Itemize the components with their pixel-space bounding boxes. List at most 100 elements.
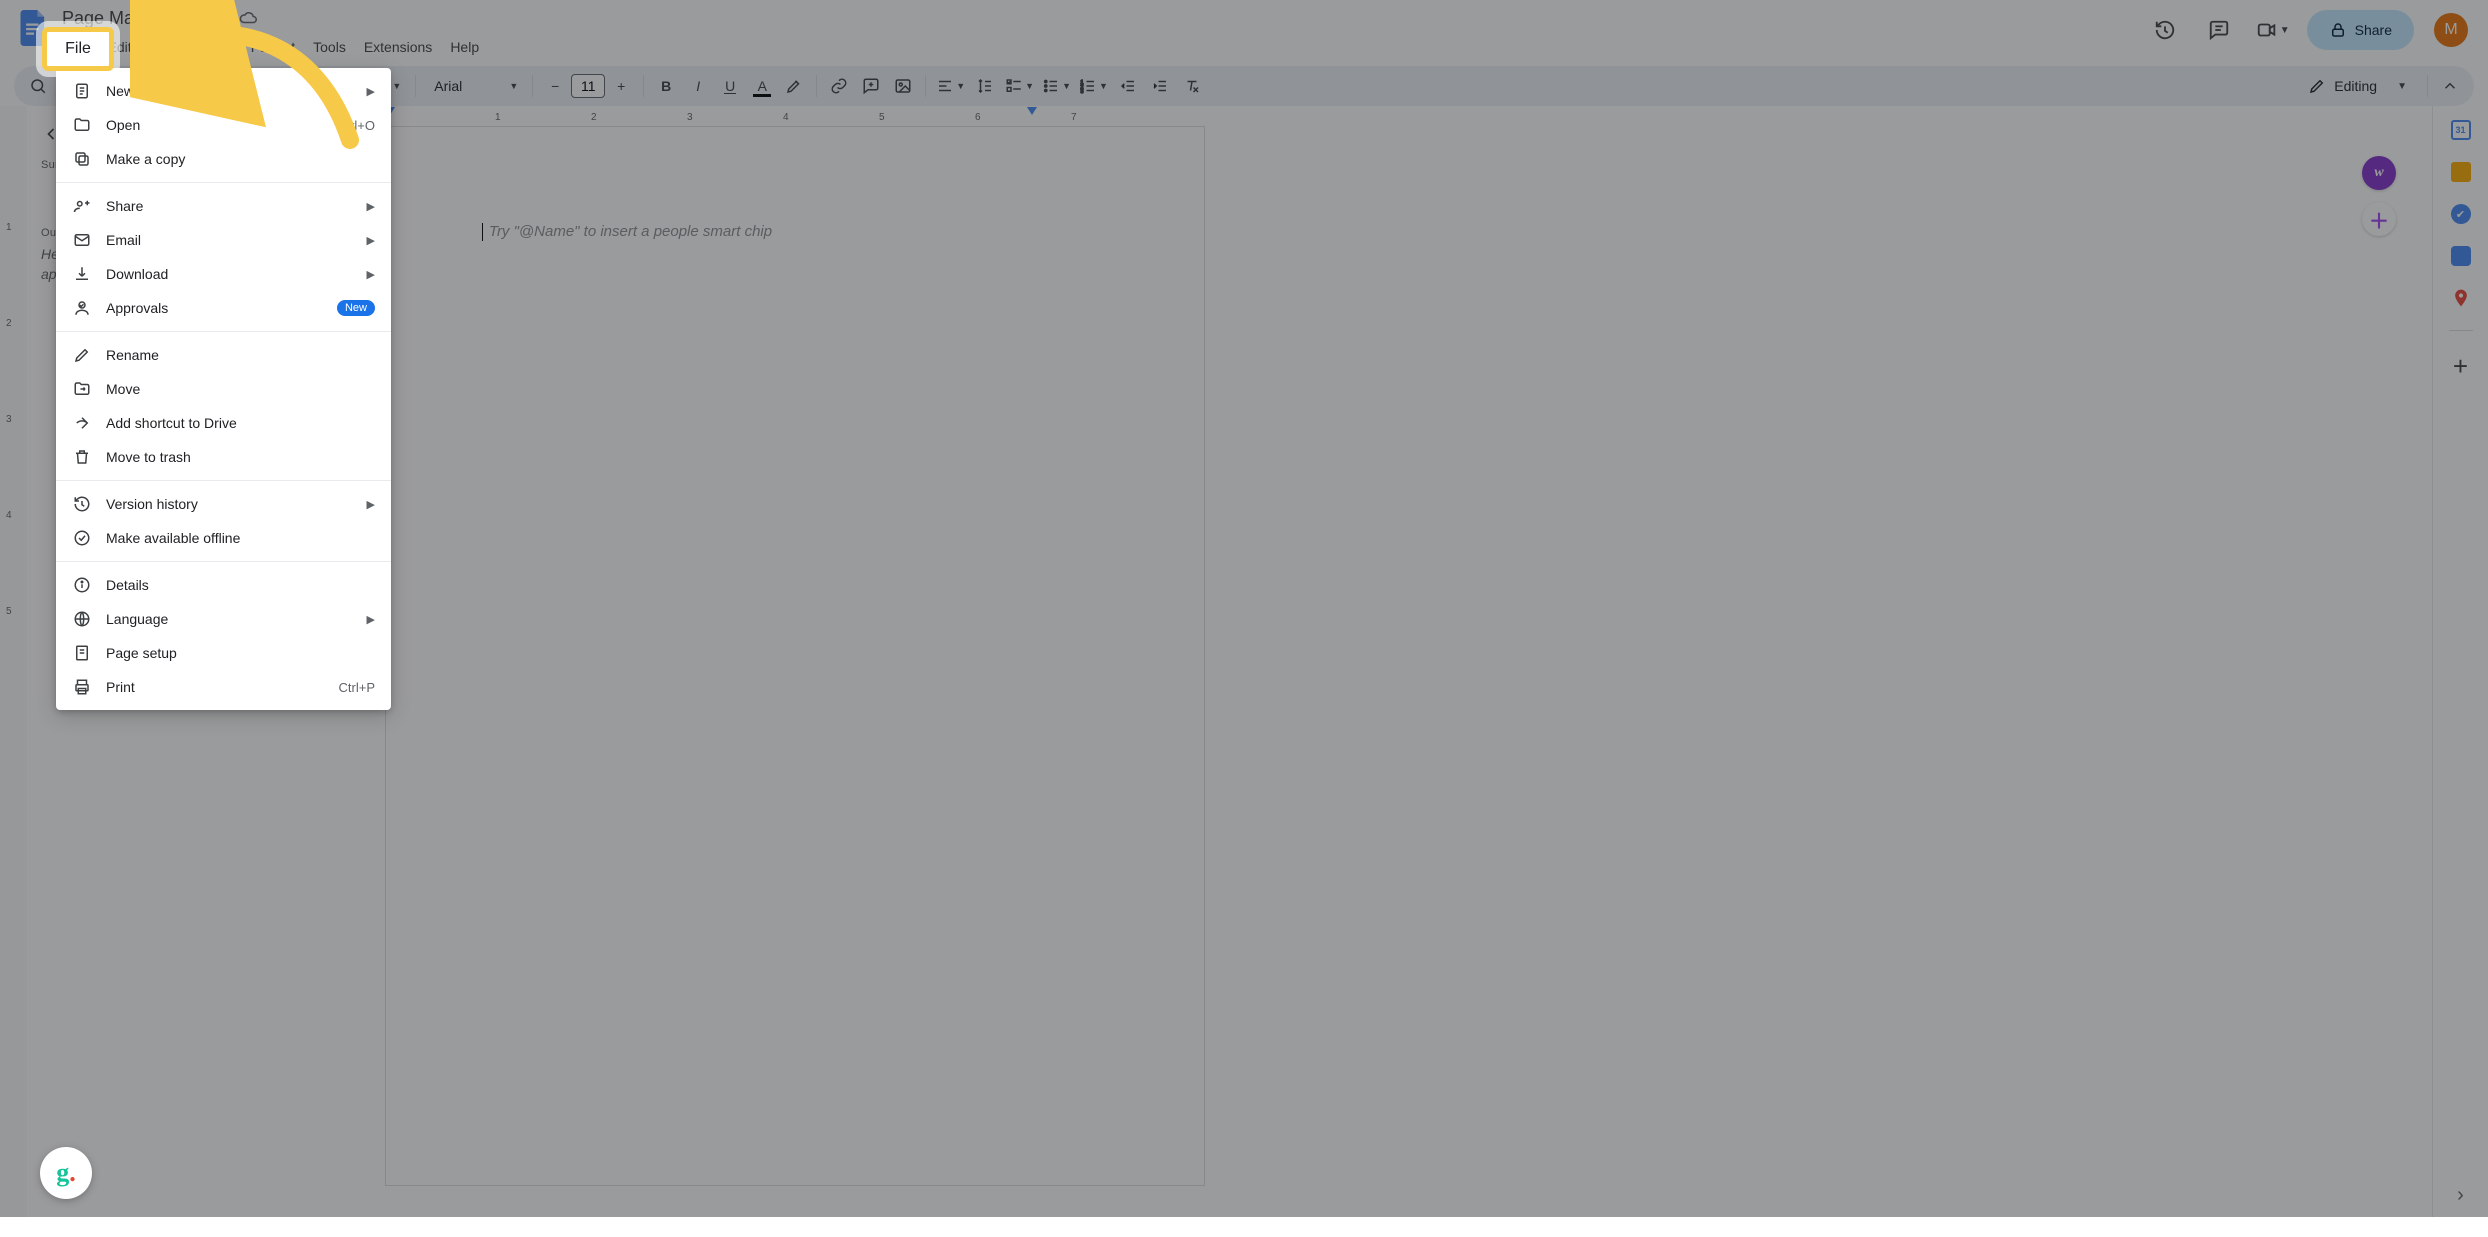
file-menu-item-label: Add shortcut to Drive <box>106 415 375 431</box>
line-spacing-icon[interactable] <box>971 72 999 100</box>
wordtune-bubble-icon[interactable]: w <box>2362 156 2396 190</box>
file-menu-item[interactable]: Version history▶ <box>56 487 391 521</box>
checklist-icon[interactable]: ▼ <box>1003 72 1036 100</box>
get-addons-icon[interactable]: + <box>2453 353 2468 379</box>
maps-app-icon[interactable] <box>2451 288 2471 308</box>
rename-icon <box>72 346 92 364</box>
file-menu-item[interactable]: OpenCtrl+O <box>56 108 391 142</box>
menu-help[interactable]: Help <box>441 35 488 59</box>
font-family-select[interactable]: Arial▼ <box>424 72 524 100</box>
star-icon[interactable] <box>178 8 198 28</box>
page-scroll[interactable]: Try "@Name" to insert a people smart chi… <box>297 126 2432 1217</box>
page-icon <box>72 644 92 662</box>
file-menu-item[interactable]: Add shortcut to Drive <box>56 406 391 440</box>
ruler-tick: 2 <box>591 112 597 123</box>
file-menu-item[interactable]: Email▶ <box>56 223 391 257</box>
font-size-increase[interactable]: + <box>607 72 635 100</box>
file-menu-item-label: Share <box>106 198 353 214</box>
font-size-decrease[interactable]: − <box>541 72 569 100</box>
collapse-sidepanel-icon[interactable]: › <box>2457 1184 2464 1207</box>
menu-format[interactable]: Format <box>242 35 304 59</box>
shortcut-icon <box>72 414 92 432</box>
file-menu-item[interactable]: Make a copy <box>56 142 391 176</box>
numbered-list-icon[interactable]: 123▼ <box>1077 72 1110 100</box>
submenu-arrow-icon: ▶ <box>367 85 375 98</box>
font-size-input[interactable] <box>571 74 605 98</box>
file-menu-item[interactable]: Download▶ <box>56 257 391 291</box>
align-icon[interactable]: ▼ <box>934 72 967 100</box>
ruler-tick: 4 <box>6 510 12 521</box>
file-menu-item[interactable]: Language▶ <box>56 602 391 636</box>
file-menu-item[interactable]: Page setup <box>56 636 391 670</box>
file-menu-item-label: Page setup <box>106 645 375 661</box>
file-menu-item[interactable]: Share ▶ <box>56 189 391 223</box>
text-color-icon[interactable]: A <box>748 72 776 100</box>
version-history-icon[interactable] <box>2145 10 2185 50</box>
ruler-tick: 6 <box>975 112 981 123</box>
app-root: Page Margin File Edit View Insert Format… <box>0 0 2488 1217</box>
document-title[interactable]: Page Margin <box>58 8 168 29</box>
file-menu-item[interactable]: ApprovalsNew <box>56 291 391 325</box>
file-menu-item-label: Make a copy <box>106 151 375 167</box>
menu-file[interactable]: File <box>58 35 99 59</box>
horizontal-ruler[interactable]: 1 2 3 4 5 6 7 <box>297 106 2418 126</box>
contacts-app-icon[interactable] <box>2451 246 2471 266</box>
file-menu-item[interactable]: New▶ <box>56 74 391 108</box>
dropdown-separator <box>56 561 391 562</box>
menu-insert[interactable]: Insert <box>189 35 242 59</box>
ruler-tick: 5 <box>879 112 885 123</box>
search-menus-icon[interactable] <box>24 72 52 100</box>
sidepanel-sep <box>2449 330 2473 331</box>
indent-increase-icon[interactable] <box>1146 72 1174 100</box>
file-menu-item[interactable]: Move to trash <box>56 440 391 474</box>
share-button[interactable]: Share <box>2307 10 2414 50</box>
file-menu-item-label: Open <box>106 117 323 133</box>
grammarly-bubble-icon[interactable]: g. <box>40 1147 92 1199</box>
move-to-folder-icon[interactable] <box>208 8 228 28</box>
submenu-arrow-icon: ▶ <box>367 200 375 213</box>
file-menu-item[interactable]: Move <box>56 372 391 406</box>
bold-icon[interactable]: B <box>652 72 680 100</box>
cloud-status-icon[interactable] <box>238 8 258 28</box>
bulleted-list-icon[interactable]: ▼ <box>1040 72 1073 100</box>
add-bubble-icon[interactable]: ＋ <box>2362 202 2396 236</box>
collapse-toolbar-icon[interactable] <box>2436 72 2464 100</box>
right-margin-marker-icon[interactable] <box>1027 107 1037 117</box>
docs-logo-icon[interactable] <box>14 8 54 48</box>
mail-icon <box>72 231 92 249</box>
menu-tools[interactable]: Tools <box>304 35 355 59</box>
file-menu-item-label: Move <box>106 381 375 397</box>
menu-extensions[interactable]: Extensions <box>355 35 441 59</box>
add-comment-icon[interactable] <box>857 72 885 100</box>
file-menu-item[interactable]: Details <box>56 568 391 602</box>
trash-icon <box>72 448 92 466</box>
doc-icon <box>72 82 92 100</box>
underline-icon[interactable]: U <box>716 72 744 100</box>
document-page[interactable]: Try "@Name" to insert a people smart chi… <box>385 126 1205 1186</box>
clear-formatting-icon[interactable] <box>1178 72 1206 100</box>
tasks-app-icon[interactable] <box>2451 204 2471 224</box>
file-menu-item[interactable]: PrintCtrl+P <box>56 670 391 704</box>
lock-icon <box>2329 21 2347 39</box>
calendar-app-icon[interactable] <box>2451 120 2471 140</box>
italic-icon[interactable]: I <box>684 72 712 100</box>
meet-button[interactable]: ▼ <box>2253 10 2293 50</box>
dropdown-separator <box>56 480 391 481</box>
indent-decrease-icon[interactable] <box>1114 72 1142 100</box>
ruler-tick: 4 <box>783 112 789 123</box>
keep-app-icon[interactable] <box>2451 162 2471 182</box>
file-menu-item[interactable]: Rename <box>56 338 391 372</box>
shortcut-label: Ctrl+P <box>339 680 375 695</box>
comments-icon[interactable] <box>2199 10 2239 50</box>
file-menu-item[interactable]: Make available offline <box>56 521 391 555</box>
file-menu-item-label: Email <box>106 232 353 248</box>
account-avatar[interactable]: M <box>2434 13 2468 47</box>
caret-down-icon: ▼ <box>2280 25 2290 36</box>
menu-edit[interactable]: Edit <box>99 35 141 59</box>
menu-view[interactable]: View <box>141 35 189 59</box>
insert-image-icon[interactable] <box>889 72 917 100</box>
insert-link-icon[interactable] <box>825 72 853 100</box>
highlight-color-icon[interactable] <box>780 72 808 100</box>
editing-mode-select[interactable]: Editing ▼ <box>2296 71 2419 101</box>
ruler-tick: 3 <box>6 414 12 425</box>
